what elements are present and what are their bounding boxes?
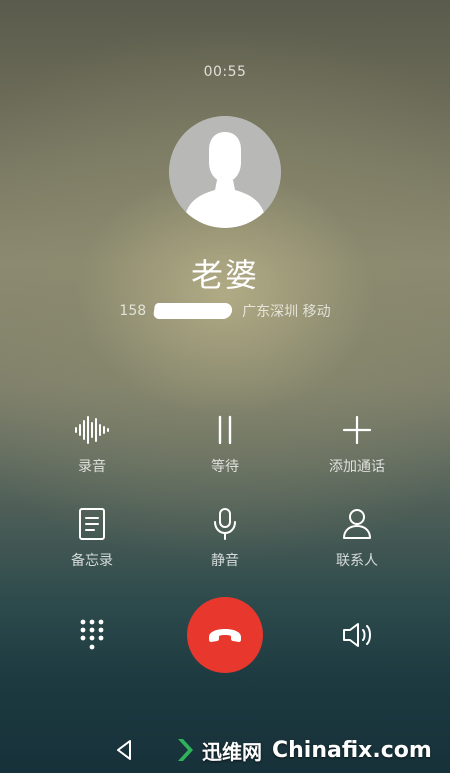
watermark-site: Chinafix.com — [272, 737, 432, 763]
hold-label: 等待 — [211, 459, 239, 475]
mute-button[interactable]: 静音 — [165, 506, 285, 570]
dialpad-button[interactable] — [72, 615, 112, 655]
add-call-button[interactable]: 添加通话 — [297, 412, 417, 476]
brand-logo-icon — [178, 739, 193, 761]
caller-info: 158 广东深圳 移动 — [0, 301, 450, 321]
hang-up-phone-icon — [209, 629, 241, 642]
speaker-button[interactable] — [338, 617, 378, 653]
notes-icon — [79, 508, 105, 540]
watermark-brand: 迅维网 — [202, 739, 262, 764]
watermark: 迅维网 Chinafix.com — [176, 730, 450, 770]
memo-button[interactable]: 备忘录 — [32, 506, 152, 570]
person-silhouette-icon — [169, 116, 281, 228]
hold-button[interactable]: 等待 — [165, 412, 285, 476]
phone-number-prefix: 158 — [119, 303, 147, 319]
hang-up-button[interactable] — [187, 597, 263, 673]
call-duration: 00:55 — [203, 64, 247, 80]
back-triangle-icon[interactable] — [112, 738, 136, 762]
plus-icon — [342, 415, 372, 445]
memo-label: 备忘录 — [71, 553, 113, 569]
record-button[interactable]: 录音 — [32, 412, 152, 476]
contacts-label: 联系人 — [336, 553, 378, 569]
microphone-icon — [214, 508, 236, 540]
contacts-button[interactable]: 联系人 — [297, 506, 417, 570]
contact-name: 老婆 — [190, 256, 259, 294]
record-label: 录音 — [78, 459, 106, 475]
caller-location: 广东深圳 移动 — [242, 304, 331, 320]
mute-label: 静音 — [211, 553, 239, 569]
speaker-icon — [343, 623, 371, 647]
pause-icon — [218, 415, 232, 445]
person-icon — [343, 509, 371, 539]
contact-avatar — [169, 116, 281, 228]
add-call-label: 添加通话 — [329, 459, 385, 475]
dialpad-icon — [80, 619, 104, 650]
redacted-number — [153, 303, 234, 319]
waveform-icon — [75, 416, 109, 444]
